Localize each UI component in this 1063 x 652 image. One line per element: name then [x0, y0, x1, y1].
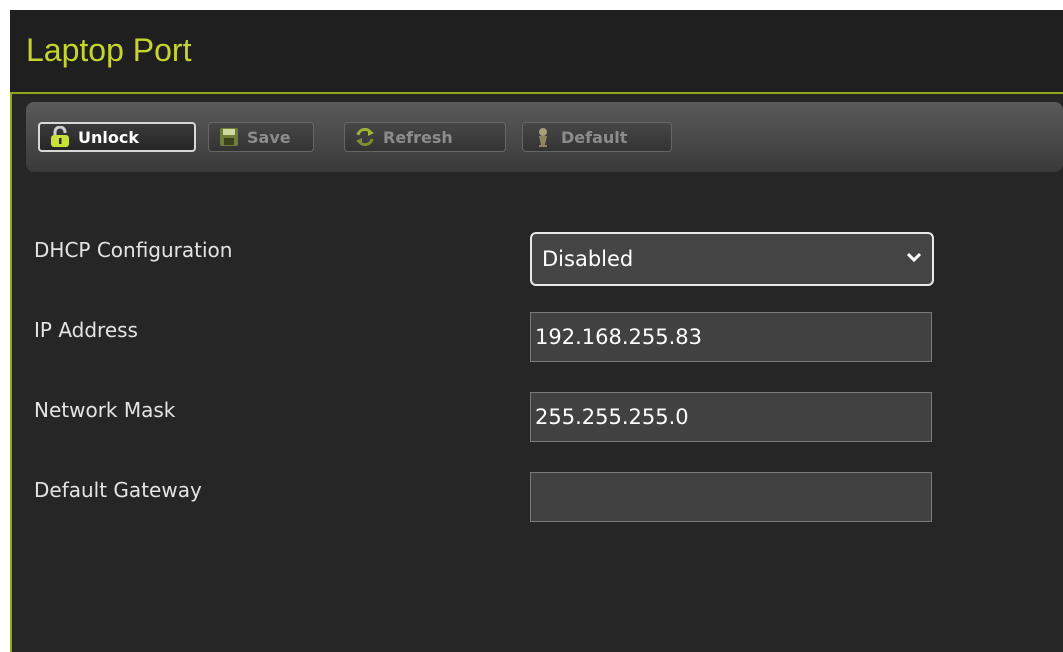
dhcp-configuration-select[interactable]: Disabled [530, 232, 934, 286]
default-gateway-input[interactable] [530, 472, 932, 522]
network-mask-input[interactable]: 255.255.255.0 [530, 392, 932, 442]
refresh-icon [356, 127, 374, 147]
floppy-disk-icon [220, 128, 238, 146]
save-button[interactable]: Save [208, 122, 314, 152]
default-button[interactable]: Default [522, 122, 672, 152]
ip-address-label: IP Address [34, 318, 138, 342]
left-accent-border [10, 94, 12, 652]
unlock-label: Unlock [78, 127, 139, 147]
page-title: Laptop Port [26, 32, 192, 68]
refresh-button[interactable]: Refresh [344, 122, 506, 152]
unlock-button[interactable]: Unlock [38, 122, 196, 152]
default-gateway-label: Default Gateway [34, 478, 202, 502]
title-bar: Laptop Port [10, 10, 1063, 94]
chevron-down-icon [906, 252, 922, 263]
lock-icon [51, 126, 69, 147]
laptop-port-panel: Laptop Port Unlock Save Refresh Default … [10, 10, 1063, 652]
save-label: Save [247, 127, 291, 147]
toolbar: Unlock Save Refresh Default [26, 102, 1063, 172]
network-mask-label: Network Mask [34, 398, 176, 422]
default-label: Default [561, 127, 628, 147]
ip-address-input[interactable]: 192.168.255.83 [530, 312, 932, 362]
default-icon [539, 128, 547, 147]
dhcp-selected-value: Disabled [542, 247, 634, 271]
dhcp-configuration-label: DHCP Configuration [34, 238, 233, 262]
refresh-label: Refresh [383, 127, 453, 147]
